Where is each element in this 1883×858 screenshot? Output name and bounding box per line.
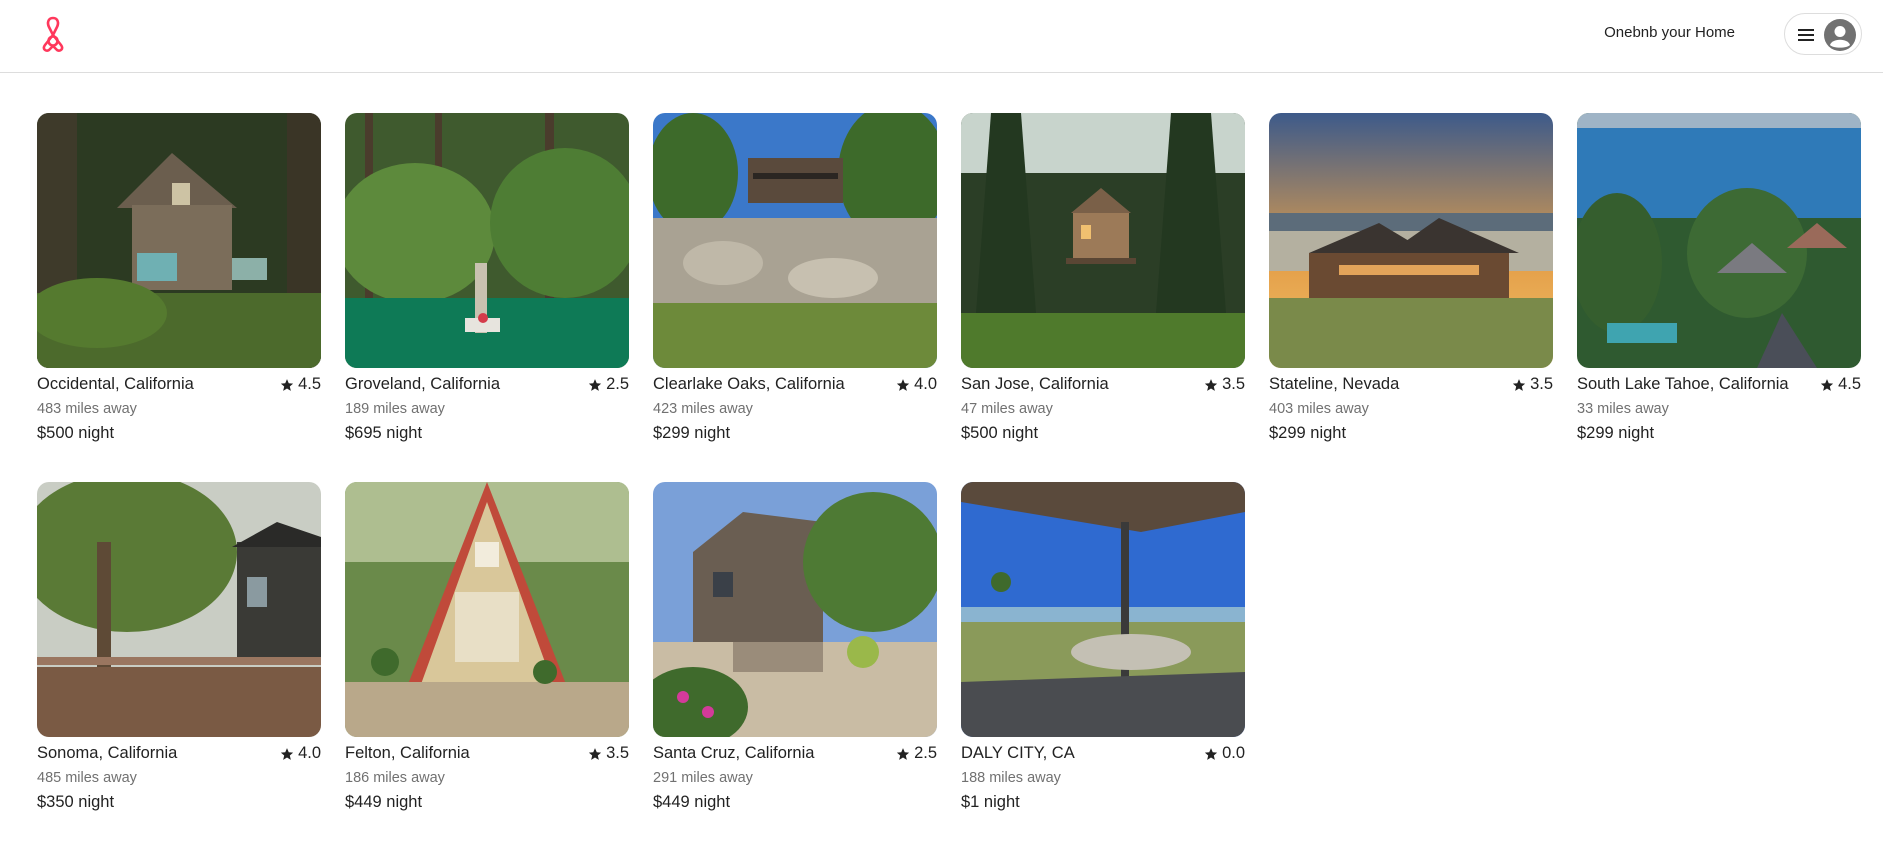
listing-rating: 4.5	[1820, 375, 1861, 394]
listing-title: Stateline, Nevada	[1269, 375, 1400, 393]
listing-card[interactable]: Sonoma, California 4.0 485 miles away $3…	[37, 482, 321, 817]
listing-title: Sonoma, California	[37, 744, 178, 762]
listing-card[interactable]: Clearlake Oaks, California 4.0 423 miles…	[653, 113, 937, 448]
listing-photo-image	[345, 113, 629, 368]
listing-title: Groveland, California	[345, 375, 500, 393]
top-header: Onebnb your Home	[0, 0, 1883, 73]
listing-price: $299 night	[653, 424, 731, 442]
rating-value: 0.0	[1222, 744, 1245, 762]
listing-photo[interactable]	[961, 113, 1245, 368]
listing-price: $449 night	[345, 793, 423, 811]
listing-title: Occidental, California	[37, 375, 194, 393]
rating-value: 4.0	[914, 375, 937, 393]
star-icon	[896, 747, 910, 760]
listing-price: $449 night	[653, 793, 731, 811]
listing-price: $695 night	[345, 424, 423, 442]
star-icon	[588, 378, 602, 391]
listing-distance: 47 miles away	[961, 401, 1053, 417]
listing-photo[interactable]	[961, 482, 1245, 737]
listing-card[interactable]: DALY CITY, CA 0.0 188 miles away $1 nigh…	[961, 482, 1245, 817]
listing-photo-image	[1577, 113, 1861, 368]
user-avatar-icon	[1824, 19, 1856, 51]
listing-card[interactable]: Occidental, California 4.5 483 miles awa…	[37, 113, 321, 448]
star-icon	[588, 747, 602, 760]
rating-value: 4.5	[298, 375, 321, 393]
listing-rating: 3.5	[588, 744, 629, 763]
listing-photo[interactable]	[653, 113, 937, 368]
hamburger-icon	[1798, 29, 1814, 41]
listing-rating: 3.5	[1512, 375, 1553, 394]
listing-rating: 4.0	[896, 375, 937, 394]
listing-distance: 423 miles away	[653, 401, 753, 417]
listing-distance: 403 miles away	[1269, 401, 1369, 417]
rating-value: 3.5	[1530, 375, 1553, 393]
listing-photo-image	[961, 482, 1245, 737]
listing-rating: 2.5	[588, 375, 629, 394]
user-menu-button[interactable]	[1784, 13, 1862, 55]
rating-value: 4.5	[1838, 375, 1861, 393]
listing-photo[interactable]	[653, 482, 937, 737]
listing-price: $500 night	[37, 424, 115, 442]
listing-photo-image	[37, 482, 321, 737]
listing-price: $299 night	[1269, 424, 1347, 442]
listing-photo-image	[1269, 113, 1553, 368]
listing-photo-image	[37, 113, 321, 368]
star-icon	[1512, 378, 1526, 391]
listing-price: $299 night	[1577, 424, 1655, 442]
listing-photo-image	[961, 113, 1245, 368]
listing-card[interactable]: Stateline, Nevada 3.5 403 miles away $29…	[1269, 113, 1553, 448]
listing-distance: 291 miles away	[653, 770, 753, 786]
listing-card[interactable]: Felton, California 3.5 186 miles away $4…	[345, 482, 629, 817]
listing-price: $350 night	[37, 793, 115, 811]
listing-card[interactable]: South Lake Tahoe, California 4.5 33 mile…	[1577, 113, 1861, 448]
listing-rating: 3.5	[1204, 375, 1245, 394]
listing-title: South Lake Tahoe, California	[1577, 375, 1789, 393]
listing-card[interactable]: Santa Cruz, California 2.5 291 miles awa…	[653, 482, 937, 817]
host-your-home-link[interactable]: Onebnb your Home	[1604, 24, 1735, 41]
listing-title: Clearlake Oaks, California	[653, 375, 845, 393]
listing-photo-image	[345, 482, 629, 737]
listing-price: $1 night	[961, 793, 1020, 811]
listing-distance: 189 miles away	[345, 401, 445, 417]
star-icon	[1204, 378, 1218, 391]
listing-photo-image	[653, 113, 937, 368]
listing-photo[interactable]	[37, 113, 321, 368]
listing-price: $500 night	[961, 424, 1039, 442]
rating-value: 3.5	[606, 744, 629, 762]
listing-distance: 186 miles away	[345, 770, 445, 786]
listing-title: San Jose, California	[961, 375, 1109, 393]
listing-title: Santa Cruz, California	[653, 744, 815, 762]
listing-photo-image	[653, 482, 937, 737]
star-icon	[280, 378, 294, 391]
rating-value: 2.5	[606, 375, 629, 393]
rating-value: 2.5	[914, 744, 937, 762]
star-icon	[1204, 747, 1218, 760]
rating-value: 3.5	[1222, 375, 1245, 393]
listing-rating: 0.0	[1204, 744, 1245, 763]
listing-distance: 188 miles away	[961, 770, 1061, 786]
star-icon	[896, 378, 910, 391]
star-icon	[280, 747, 294, 760]
star-icon	[1820, 378, 1834, 391]
listing-rating: 4.5	[280, 375, 321, 394]
listing-photo[interactable]	[37, 482, 321, 737]
listing-photo[interactable]	[1269, 113, 1553, 368]
listing-distance: 483 miles away	[37, 401, 137, 417]
listing-photo[interactable]	[345, 113, 629, 368]
listing-distance: 485 miles away	[37, 770, 137, 786]
listing-title: Felton, California	[345, 744, 470, 762]
airbnb-logo-icon[interactable]	[38, 14, 68, 52]
listing-photo[interactable]	[345, 482, 629, 737]
listing-rating: 4.0	[280, 744, 321, 763]
listing-photo[interactable]	[1577, 113, 1861, 368]
rating-value: 4.0	[298, 744, 321, 762]
listing-distance: 33 miles away	[1577, 401, 1669, 417]
listing-card[interactable]: Groveland, California 2.5 189 miles away…	[345, 113, 629, 448]
listing-rating: 2.5	[896, 744, 937, 763]
listing-title: DALY CITY, CA	[961, 744, 1075, 762]
listing-card[interactable]: San Jose, California 3.5 47 miles away $…	[961, 113, 1245, 448]
